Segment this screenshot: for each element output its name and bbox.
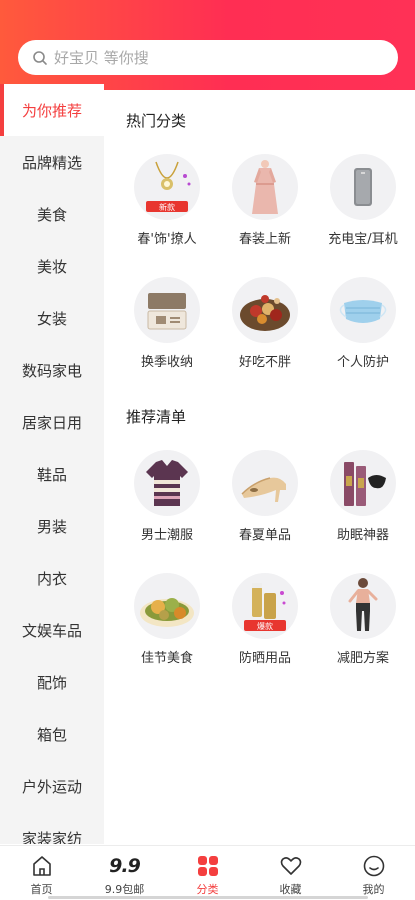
tab-home[interactable]: 首页 xyxy=(0,846,83,900)
search-placeholder: 好宝贝 等你搜 xyxy=(54,49,149,67)
search-input[interactable]: 好宝贝 等你搜 xyxy=(18,40,398,75)
sunscreen-icon: 爆款 xyxy=(232,573,298,639)
recommend-list-grid: 男士潮服 春夏单品 助眠神器 佳节美食 爆款 防晒用品 减肥方案 xyxy=(118,450,412,696)
sidebar-item-label: 居家日用 xyxy=(21,413,82,432)
home-indicator xyxy=(48,896,368,899)
sidebar-item-shoes[interactable]: 鞋品 xyxy=(0,448,104,500)
sidebar-item-digital[interactable]: 数码家电 xyxy=(0,344,104,396)
section-title-recommend: 推荐清单 xyxy=(126,408,187,426)
category-content: 热门分类 新款 春'饰'撩人 春装上新 充电宝/耳机 换季收纳 好吃不胖 个人防… xyxy=(104,90,415,842)
category-cell[interactable]: 佳节美食 xyxy=(118,573,216,696)
tab-category[interactable]: 分类 xyxy=(166,846,249,900)
bottom-tab-bar: 首页 9.9 9.9包邮 分类 收藏 我的 xyxy=(0,845,415,900)
tab-label: 9.9包邮 xyxy=(104,883,145,896)
category-cell[interactable]: 新款 春'饰'撩人 xyxy=(118,154,216,277)
sidebar-item-label: 品牌精选 xyxy=(21,153,82,172)
category-label: 防晒用品 xyxy=(238,651,291,666)
category-cell[interactable]: 爆款 防晒用品 xyxy=(216,573,314,696)
category-label: 减肥方案 xyxy=(336,651,389,666)
sidebar-item-brands[interactable]: 品牌精选 xyxy=(0,136,104,188)
hot-category-grid: 新款 春'饰'撩人 春装上新 充电宝/耳机 换季收纳 好吃不胖 个人防护 xyxy=(118,154,412,400)
sidebar-item-underwear[interactable]: 内衣 xyxy=(0,552,104,604)
category-cell[interactable]: 好吃不胖 xyxy=(216,277,314,400)
tab-nine-nine[interactable]: 9.9 9.9包邮 xyxy=(83,846,166,900)
category-icon xyxy=(197,856,218,876)
heels-icon xyxy=(232,450,298,516)
home-icon xyxy=(32,856,51,876)
section-title-hot: 热门分类 xyxy=(126,112,187,130)
sidebar-item-recommend[interactable]: 为你推荐 xyxy=(0,84,104,136)
sidebar-item-label: 为你推荐 xyxy=(21,101,82,120)
fitness-woman-icon xyxy=(330,573,396,639)
category-label: 佳节美食 xyxy=(140,651,193,666)
tab-label: 收藏 xyxy=(279,883,302,896)
tab-mine[interactable]: 我的 xyxy=(332,846,415,900)
powerbank-icon xyxy=(330,154,396,220)
sidebar-item-beauty[interactable]: 美妆 xyxy=(0,240,104,292)
rice-cakes-icon xyxy=(134,573,200,639)
dress-icon xyxy=(232,154,298,220)
sidebar-item-outdoor[interactable]: 户外运动 xyxy=(0,760,104,812)
category-label: 春'饰'撩人 xyxy=(137,232,197,247)
polo-shirt-icon xyxy=(134,450,200,516)
sidebar-item-home-textiles[interactable]: 家装家纺 xyxy=(0,812,104,845)
sidebar-item-label: 女装 xyxy=(36,309,67,328)
category-label: 充电宝/耳机 xyxy=(328,232,398,247)
new-badge: 新款 xyxy=(159,202,175,212)
sidebar-item-label: 男装 xyxy=(36,517,67,536)
tab-label: 分类 xyxy=(196,883,219,896)
sidebar-item-label: 内衣 xyxy=(36,569,67,588)
category-cell[interactable]: 充电宝/耳机 xyxy=(314,154,412,277)
tab-label: 首页 xyxy=(30,883,53,896)
category-cell[interactable]: 助眠神器 xyxy=(314,450,412,573)
profile-smile-icon xyxy=(363,855,384,877)
heart-icon xyxy=(280,857,301,875)
sidebar-item-accessories[interactable]: 配饰 xyxy=(0,656,104,708)
category-cell[interactable]: 减肥方案 xyxy=(314,573,412,696)
category-label: 春装上新 xyxy=(238,232,291,247)
header-bar: 好宝贝 等你搜 xyxy=(0,0,415,90)
search-icon xyxy=(33,50,47,65)
sidebar-item-label: 箱包 xyxy=(36,725,67,744)
category-cell[interactable]: 男士潮服 xyxy=(118,450,216,573)
sidebar-item-bags[interactable]: 箱包 xyxy=(0,708,104,760)
category-cell[interactable]: 换季收纳 xyxy=(118,277,216,400)
sidebar-item-label: 文娱车品 xyxy=(21,621,82,640)
face-mask-icon xyxy=(330,277,396,343)
sidebar-item-food[interactable]: 美食 xyxy=(0,188,104,240)
sidebar-item-entertainment[interactable]: 文娱车品 xyxy=(0,604,104,656)
sidebar-item-label: 配饰 xyxy=(36,673,67,692)
category-cell[interactable]: 春夏单品 xyxy=(216,450,314,573)
sleep-kit-icon xyxy=(330,450,396,516)
necklace-icon: 新款 xyxy=(134,154,200,220)
category-label: 助眠神器 xyxy=(336,528,389,543)
sidebar-item-label: 数码家电 xyxy=(21,361,82,380)
category-cell[interactable]: 春装上新 xyxy=(216,154,314,277)
tab-label: 我的 xyxy=(362,883,385,896)
sidebar-item-household[interactable]: 居家日用 xyxy=(0,396,104,448)
category-label: 换季收纳 xyxy=(140,355,193,370)
storage-box-icon xyxy=(134,277,200,343)
sidebar-item-label: 美食 xyxy=(36,205,67,224)
tab-favorites[interactable]: 收藏 xyxy=(249,846,332,900)
sidebar-item-mens[interactable]: 男装 xyxy=(0,500,104,552)
category-label: 个人防护 xyxy=(336,355,389,370)
category-label: 好吃不胖 xyxy=(238,355,291,370)
category-cell[interactable]: 个人防护 xyxy=(314,277,412,400)
nine-nine-icon: 9.9 xyxy=(109,855,141,877)
sidebar-item-label: 家装家纺 xyxy=(21,829,82,845)
category-sidebar: 为你推荐 品牌精选 美食 美妆 女装 数码家电 居家日用 鞋品 男装 内衣 文娱… xyxy=(0,84,104,844)
sidebar-item-womens[interactable]: 女装 xyxy=(0,292,104,344)
sidebar-item-label: 鞋品 xyxy=(36,465,67,484)
snack-bowl-icon xyxy=(232,277,298,343)
sidebar-item-label: 户外运动 xyxy=(21,777,82,796)
category-label: 男士潮服 xyxy=(140,528,193,543)
category-label: 春夏单品 xyxy=(238,528,291,543)
sidebar-item-label: 美妆 xyxy=(36,257,67,276)
hot-badge: 爆款 xyxy=(257,621,273,631)
